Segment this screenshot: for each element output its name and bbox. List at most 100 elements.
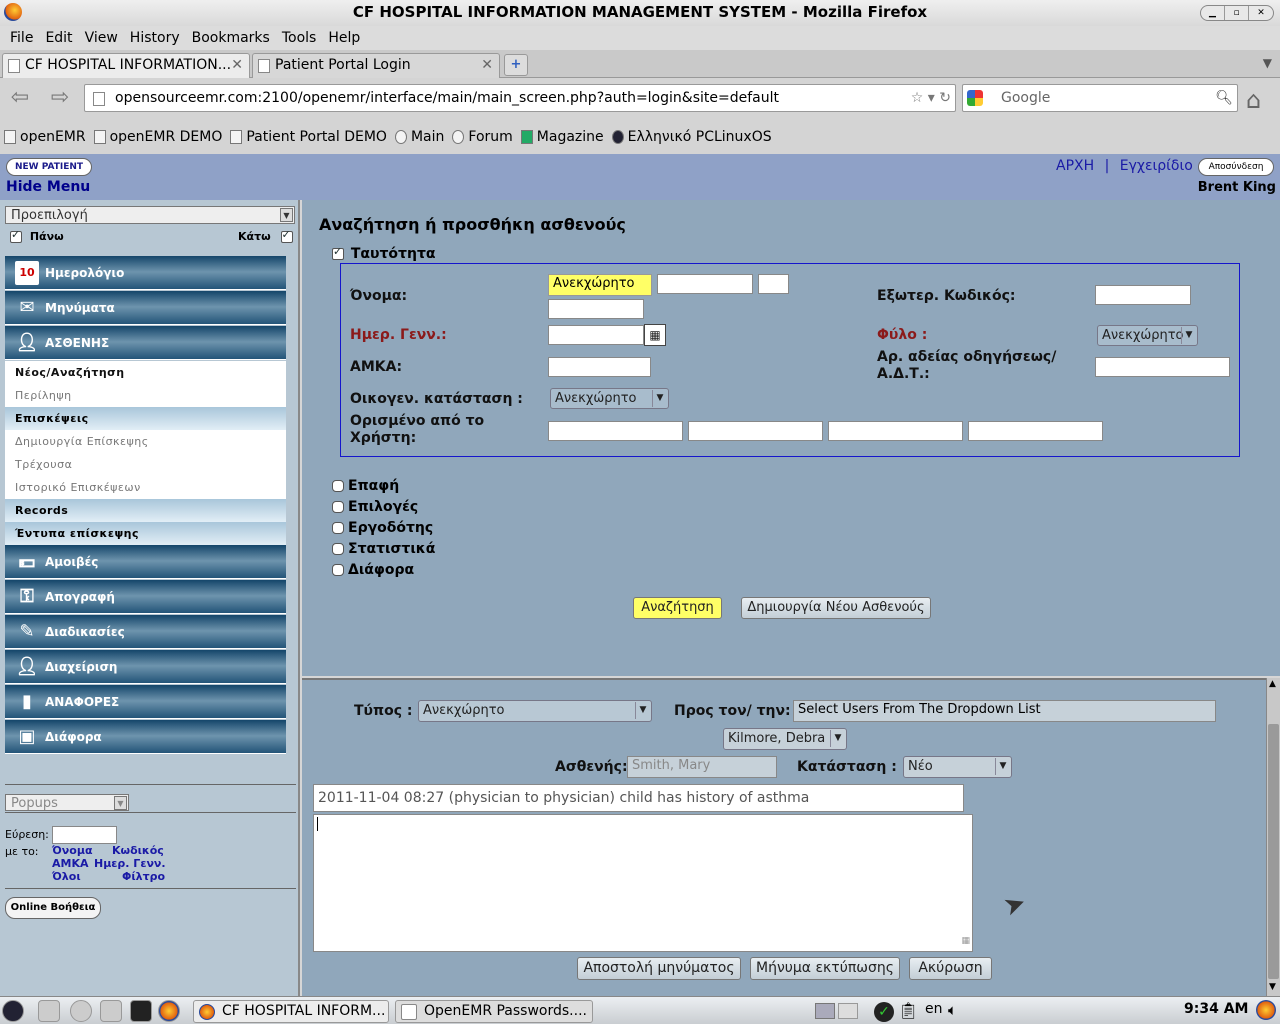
print-message-button[interactable]: Μήνυμα εκτύπωσης <box>750 957 900 980</box>
patient-field[interactable]: Smith, Mary <box>627 756 777 778</box>
options-checkbox[interactable] <box>332 501 344 513</box>
menu-edit[interactable]: Edit <box>39 30 78 46</box>
find-by-dob[interactable]: Ημερ. Γενν. <box>94 857 166 870</box>
keyboard-layout[interactable]: en <box>925 1001 943 1017</box>
message-body-textarea[interactable]: ▦ <box>313 814 973 952</box>
forward-arrow-icon[interactable]: ⇨ <box>46 86 74 112</box>
desktop-pager-icon-2[interactable] <box>838 1003 858 1019</box>
identity-checkbox[interactable] <box>332 245 344 260</box>
maximize-button[interactable]: ▫ <box>1225 6 1249 20</box>
nav-records[interactable]: Records <box>5 499 286 522</box>
minimize-button[interactable]: ▁ <box>1201 6 1225 20</box>
tab-hospital[interactable]: CF HOSPITAL INFORMATION... ✕ <box>2 53 250 78</box>
bookmark-patient-portal-demo[interactable]: Patient Portal DEMO <box>230 129 387 145</box>
marital-select[interactable]: Ανεκχώρητο ▼ <box>550 388 669 409</box>
find-by-amka[interactable]: ΑΜΚΑ <box>52 857 94 870</box>
firefox-tray-icon[interactable] <box>1256 1000 1276 1020</box>
user-defined-input-1[interactable] <box>548 421 683 441</box>
search-icon[interactable]: 🔍︎ <box>1215 85 1233 111</box>
find-by-name[interactable]: Όνομα <box>52 844 112 857</box>
calendar-picker-icon[interactable]: ▦ <box>644 324 666 346</box>
sex-select[interactable]: Ανεκχώρητο ▼ <box>1097 325 1198 346</box>
ext-code-input[interactable] <box>1095 285 1191 305</box>
send-message-button[interactable]: Αποστολή μηνύματος <box>577 957 741 980</box>
status-select[interactable]: Νέο ▼ <box>903 756 1012 778</box>
tab-list-icon[interactable]: ▼ <box>1263 56 1272 70</box>
home-icon[interactable]: ⌂ <box>1246 86 1261 114</box>
file-manager-icon[interactable] <box>38 1000 60 1022</box>
back-arrow-icon[interactable]: ⇦ <box>6 86 34 112</box>
new-tab-button[interactable]: + <box>504 54 528 76</box>
nav-administration[interactable]: 👤︎ Διαχείριση <box>5 650 286 684</box>
close-window-button[interactable]: ✕ <box>1249 6 1273 20</box>
user-defined-input-4[interactable] <box>968 421 1103 441</box>
star-icon[interactable]: ☆ <box>911 90 924 106</box>
search-button[interactable]: Αναζήτηση <box>633 597 722 619</box>
popups-select[interactable]: Popups ▼ <box>5 794 129 811</box>
user-defined-input-3[interactable] <box>828 421 963 441</box>
preset-select[interactable]: Προεπιλογή ▼ <box>5 206 295 224</box>
section-options[interactable]: Επιλογές <box>332 499 418 515</box>
section-employer[interactable]: Εργοδότης <box>332 520 433 536</box>
first-name-input[interactable]: Ανεκχώρητο <box>548 274 652 296</box>
scrollbar-thumb[interactable] <box>1268 724 1279 979</box>
url-bar[interactable]: opensourceemr.com:2100/openemr/interface… <box>84 84 956 112</box>
bookmark-pclinuxos[interactable]: Ελληνικό PCLinuxOS <box>611 129 772 145</box>
user-select[interactable]: Kilmore, Debra ▼ <box>723 728 847 750</box>
nav-visits[interactable]: Επισκέψεις <box>5 407 286 430</box>
firefox-launcher-icon[interactable] <box>158 1000 180 1022</box>
nav-current[interactable]: Τρέχουσα <box>5 453 286 476</box>
employer-checkbox[interactable] <box>332 522 344 534</box>
nav-fees[interactable]: 💵︎ Αμοιβές <box>5 545 286 579</box>
name-suffix-input[interactable] <box>758 274 789 294</box>
nav-visit-forms[interactable]: Έντυπα επίσκεψης <box>5 522 286 545</box>
package-icon[interactable] <box>100 1000 122 1022</box>
nav-calendar[interactable]: 10 Ημερολόγιο <box>5 256 286 290</box>
bookmark-openemr[interactable]: openEMR <box>4 129 86 145</box>
find-input[interactable] <box>52 826 117 844</box>
task-passwords[interactable]: OpenEMR Passwords.... <box>395 1000 593 1023</box>
task-firefox[interactable]: CF HOSPITAL INFORM... <box>193 1000 389 1023</box>
menu-history[interactable]: History <box>124 30 186 46</box>
resize-grip-icon[interactable]: ▦ <box>961 932 970 950</box>
nav-create-visit[interactable]: Δημιουργία Επίσκεψης <box>5 430 286 453</box>
middle-name-input[interactable] <box>657 274 753 294</box>
nav-new-search[interactable]: Νέος/Αναζήτηση <box>5 361 286 384</box>
message-scrollbar[interactable]: ▲ ▼ <box>1266 678 1280 996</box>
menu-tools[interactable]: Tools <box>276 30 323 46</box>
volume-icon[interactable]: 🔈︎ <box>948 1001 957 1019</box>
nav-inventory[interactable]: ⚿ Απογραφή <box>5 580 286 614</box>
logout-button[interactable]: Αποσύνδεση <box>1198 158 1274 176</box>
bookmark-magazine[interactable]: Magazine <box>520 129 604 145</box>
find-all[interactable]: Όλοι <box>52 870 122 883</box>
menu-file[interactable]: File <box>4 30 39 46</box>
section-contact[interactable]: Επαφή <box>332 478 399 494</box>
top-toggle[interactable]: Πάνω <box>10 228 64 243</box>
cancel-button[interactable]: Ακύρωση <box>909 957 992 980</box>
menu-help[interactable]: Help <box>322 30 366 46</box>
bottom-toggle[interactable]: Κάτω <box>238 228 293 243</box>
section-misc[interactable]: Διάφορα <box>332 562 414 578</box>
section-stats[interactable]: Στατιστικά <box>332 541 435 557</box>
stats-checkbox[interactable] <box>332 543 344 555</box>
nav-procedures[interactable]: ✎ Διαδικασίες <box>5 615 286 649</box>
bookmark-openemr-demo[interactable]: openEMR DEMO <box>93 129 222 145</box>
nav-patient[interactable]: 👤︎ ΑΣΘΕΝΗΣ <box>5 326 286 360</box>
close-tab-icon[interactable]: ✕ <box>231 54 243 76</box>
settings-icon[interactable] <box>70 1000 92 1022</box>
amka-input[interactable] <box>548 357 651 377</box>
identity-section[interactable]: Ταυτότητα <box>332 245 436 262</box>
type-select[interactable]: Ανεκχώρητο ▼ <box>418 700 652 722</box>
misc-checkbox[interactable] <box>332 564 344 576</box>
recipients-field[interactable]: Select Users From The Dropdown List <box>793 700 1216 722</box>
reload-icon[interactable]: ↻ <box>939 90 951 106</box>
license-input[interactable] <box>1095 357 1230 377</box>
desktop-pager-icon[interactable] <box>815 1003 835 1019</box>
start-menu-icon[interactable] <box>2 1000 24 1022</box>
contact-checkbox[interactable] <box>332 480 344 492</box>
find-filter[interactable]: Φίλτρο <box>122 870 165 883</box>
bookmark-forum[interactable]: Forum <box>452 129 513 145</box>
bottom-checkbox[interactable] <box>280 228 293 243</box>
hide-menu-link[interactable]: Hide Menu <box>6 179 90 195</box>
nav-misc[interactable]: ▣ Διάφορα <box>5 720 286 754</box>
